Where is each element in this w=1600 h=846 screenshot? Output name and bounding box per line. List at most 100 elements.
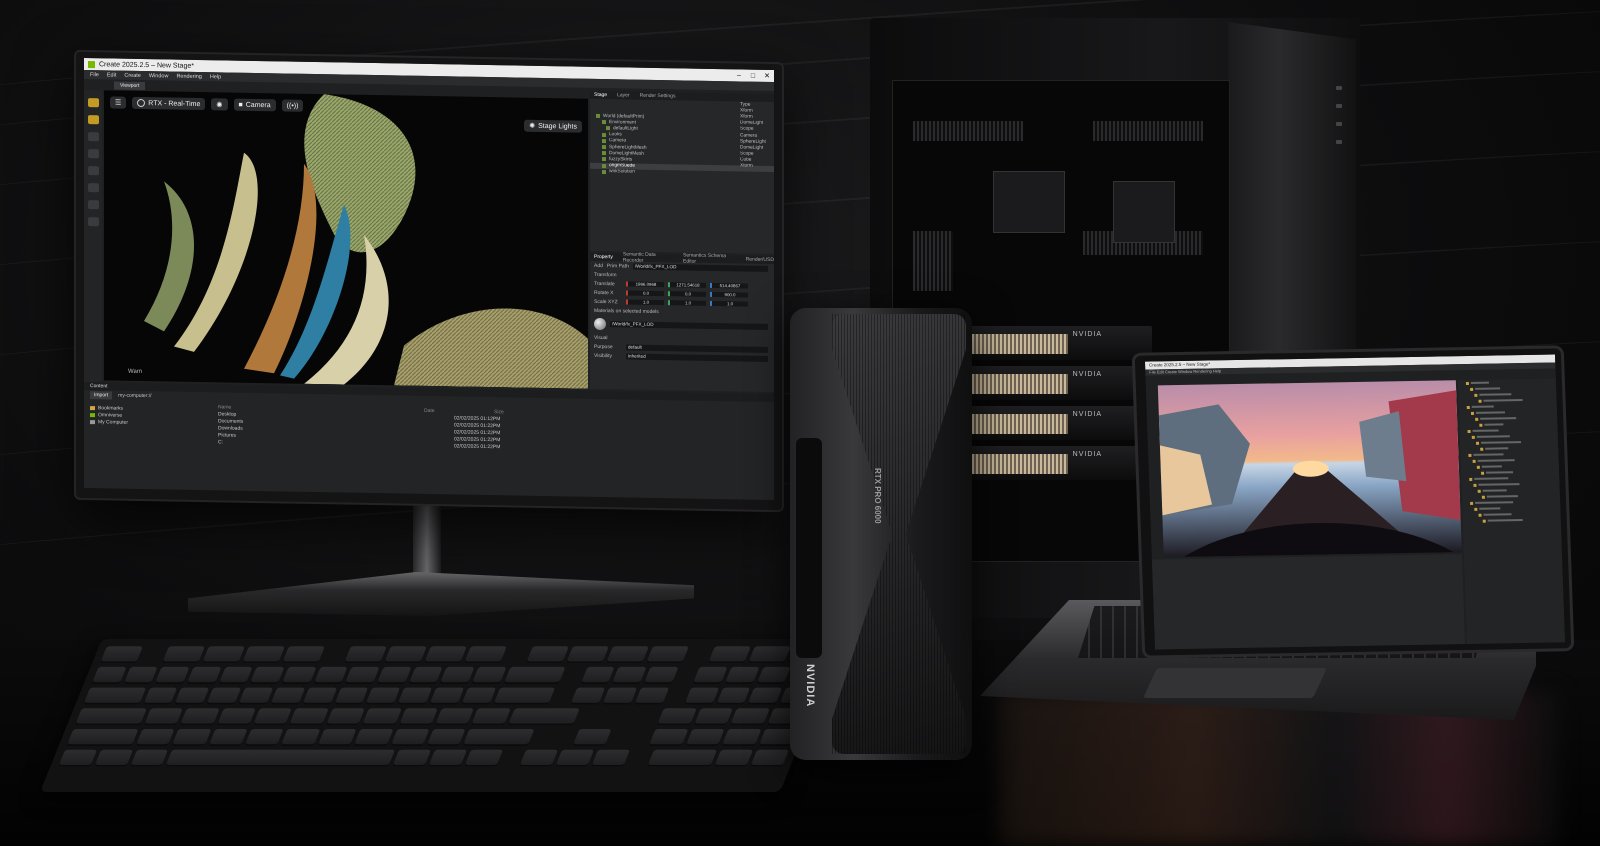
key <box>66 729 139 747</box>
minimize-button[interactable]: – <box>732 72 746 79</box>
tab-stage[interactable]: Stage <box>594 92 607 98</box>
laptop-stage-tree <box>1457 378 1566 645</box>
laptop-tree-label <box>1475 501 1514 504</box>
key <box>249 666 285 684</box>
key <box>289 708 329 726</box>
path-field[interactable]: my-computer:// <box>118 393 151 400</box>
x-value-field[interactable]: 1.0 <box>626 299 664 306</box>
folder-icon <box>1474 393 1478 397</box>
key-row <box>74 708 806 726</box>
stage-tree-label: Camera <box>609 138 627 144</box>
menu-rendering[interactable]: Rendering <box>176 73 201 79</box>
physics-icon[interactable] <box>87 200 99 210</box>
key <box>555 749 595 767</box>
material-path-field[interactable]: /World/fx_PFX_LOD <box>610 321 768 330</box>
laptop-tree-label <box>1487 519 1523 522</box>
tab-render-usd[interactable]: Render/USD <box>746 257 774 263</box>
3d-viewport[interactable]: ☰ RTX - Real-Time ◉ ■ Camera ((•)) ✺ Stage… <box>104 90 588 389</box>
tab-layer[interactable]: Layer <box>617 92 630 98</box>
menu-file[interactable]: File <box>90 72 99 78</box>
snap-tool-icon[interactable] <box>87 166 99 176</box>
fabric-render <box>144 94 588 389</box>
settings-button[interactable]: ☰ <box>110 96 127 109</box>
rotate-tool-icon[interactable] <box>87 132 99 142</box>
key <box>376 666 412 684</box>
visibility-dropdown[interactable]: inherited <box>626 352 768 362</box>
stage-lights-button[interactable]: ✺ Stage Lights <box>524 119 582 133</box>
tab-viewport[interactable]: Viewport <box>114 81 146 91</box>
z-value-field[interactable]: 1.0 <box>710 300 748 307</box>
render-mode-button[interactable]: RTX - Real-Time <box>132 96 206 111</box>
stage-tree-label: Environment <box>609 119 636 126</box>
audio-button[interactable]: ((•)) <box>281 99 304 112</box>
close-button[interactable]: ✕ <box>760 72 774 80</box>
render-mode-label: RTX - Real-Time <box>148 99 201 108</box>
paint-icon[interactable] <box>87 217 99 227</box>
prim-icon <box>602 151 606 156</box>
stage-tree-label: defaultLight <box>613 126 638 132</box>
computer-icon <box>90 419 95 424</box>
eye-button[interactable]: ◉ <box>211 98 228 111</box>
menu-create[interactable]: Create <box>124 72 141 78</box>
stage-type-column: Type Xform Xform DomeLight Scope Camera … <box>734 101 774 170</box>
laptop-touchpad <box>1143 668 1327 698</box>
gpu-heatsink <box>972 414 1068 434</box>
monitor-stand-neck <box>413 500 441 580</box>
laptop-viewport[interactable] <box>1157 380 1462 558</box>
key <box>493 687 556 705</box>
key <box>591 749 630 767</box>
laptop-tree-row[interactable] <box>1463 516 1561 524</box>
key <box>408 666 443 684</box>
prim-icon <box>602 132 606 137</box>
prim-icon <box>602 145 606 150</box>
menu-edit[interactable]: Edit <box>107 72 116 78</box>
app-logo-icon <box>88 60 95 68</box>
viewport-warning-text: Warn <box>128 368 143 375</box>
z-value-field[interactable]: 900.0 <box>710 291 748 298</box>
folder-icon <box>1470 411 1475 415</box>
y-value-field[interactable]: 1.0 <box>668 300 706 306</box>
camera-button[interactable]: ■ Camera <box>233 98 276 112</box>
key <box>317 729 357 747</box>
menu-help[interactable]: Help <box>210 74 221 80</box>
key <box>390 729 430 747</box>
add-button[interactable]: Add <box>594 262 603 268</box>
stage-panel: Stage Layer Render Settings World (defau… <box>590 90 774 255</box>
tab-render-settings[interactable]: Render Settings <box>640 93 676 100</box>
laptop-tree-label <box>1470 381 1489 384</box>
move-tool-icon[interactable] <box>87 115 99 125</box>
key <box>58 749 97 767</box>
key <box>313 666 348 684</box>
key <box>161 646 205 664</box>
key <box>238 687 274 705</box>
x-value-field[interactable]: 0.0 <box>626 290 664 297</box>
laptop-tree-label <box>1477 459 1515 462</box>
y-value-field[interactable]: 0.0 <box>668 291 706 297</box>
key <box>634 687 669 705</box>
scale-tool-icon[interactable] <box>87 149 99 159</box>
laptop-tree-label <box>1484 423 1504 426</box>
tab-semantic-data-recorder[interactable]: Semantic Data Recorder <box>623 251 673 264</box>
maximize-button[interactable]: □ <box>746 72 760 79</box>
gpu-brand-text: NVIDIA <box>804 664 816 708</box>
laptop-tree-label <box>1485 447 1509 450</box>
select-tool-icon[interactable] <box>87 98 99 108</box>
tab-property[interactable]: Property <box>594 254 613 260</box>
menu-window[interactable]: Window <box>149 73 169 79</box>
nvidia-logo: NVIDIA <box>1072 411 1102 418</box>
key <box>252 708 293 726</box>
import-button[interactable]: Import <box>90 391 113 400</box>
key-row <box>83 687 815 705</box>
y-value-field[interactable]: 1271.54618 <box>668 282 706 288</box>
tab-semantics-schema-editor[interactable]: Semantics Schema Editor <box>683 252 736 265</box>
play-icon[interactable] <box>87 183 99 193</box>
key <box>572 729 612 747</box>
prim-icon <box>602 120 606 125</box>
tree-label: My Computer <box>98 418 129 426</box>
z-value-field[interactable]: 514.40867 <box>710 282 748 289</box>
tree-item-my-computer[interactable]: My Computer <box>90 418 210 427</box>
x-value-field[interactable]: 1996.0968 <box>626 281 664 288</box>
folder-icon <box>1473 483 1477 487</box>
key <box>439 666 475 684</box>
laptop-tree-label <box>1483 513 1512 516</box>
